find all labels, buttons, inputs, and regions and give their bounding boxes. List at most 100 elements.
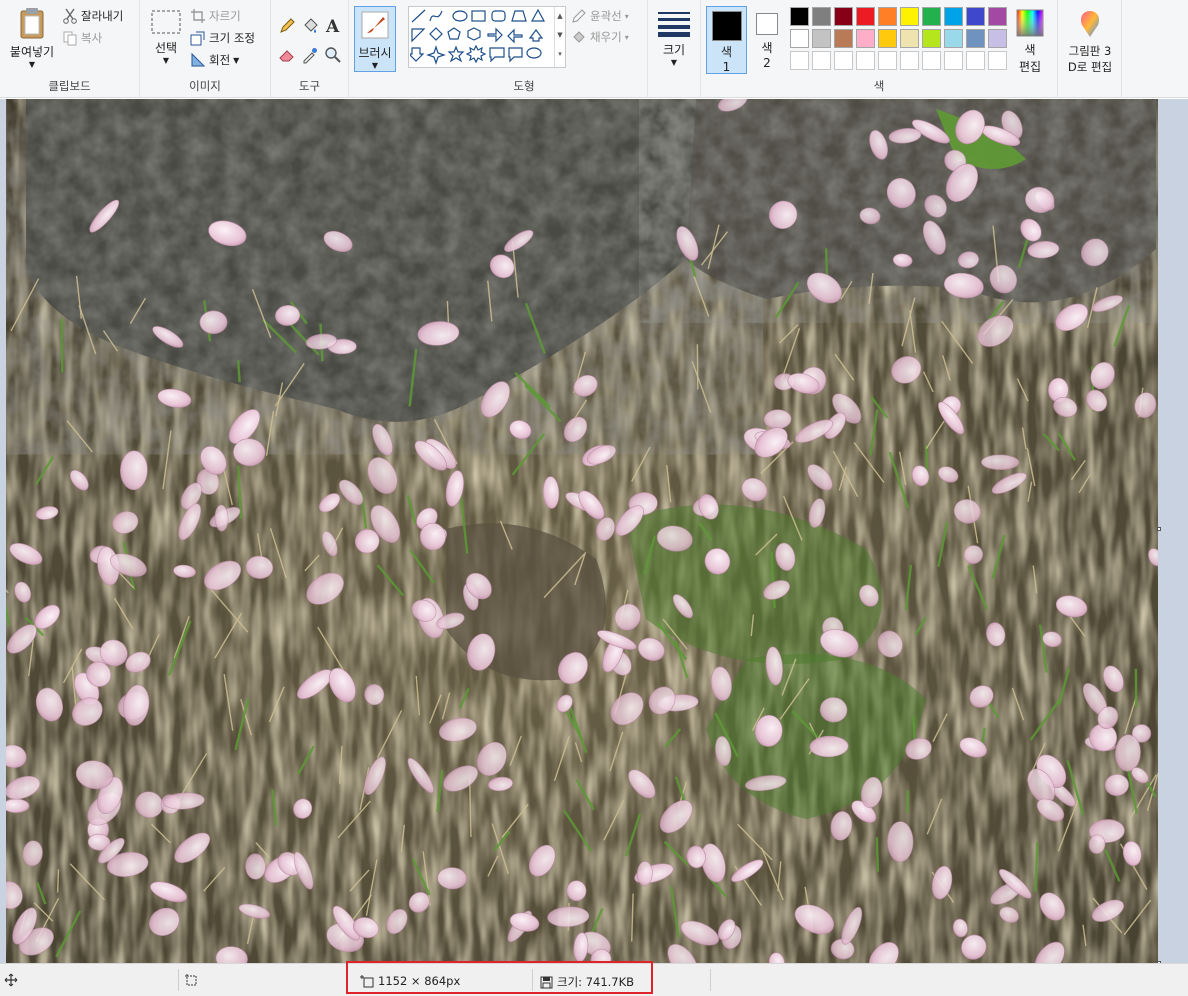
edit-colors-button[interactable]: 색 편집	[1009, 8, 1051, 75]
edit-colors-label-2: 편집	[1018, 60, 1042, 74]
custom-color-slot[interactable]	[878, 51, 897, 70]
color1-button[interactable]: 색 1	[706, 6, 747, 74]
custom-color-slot[interactable]	[966, 51, 985, 70]
palette-color-swatch[interactable]	[988, 29, 1007, 48]
shapes-scroll[interactable]: ▲ ▼ ▾	[554, 7, 565, 67]
cut-label: 잘라내기	[81, 9, 124, 23]
fill-icon	[573, 31, 585, 43]
select-dropdown-icon[interactable]: ▼	[146, 56, 186, 65]
fill-dropdown-icon[interactable]: ▾	[625, 33, 629, 42]
size-dropdown-icon[interactable]: ▼	[654, 58, 694, 67]
image-dimensions-text: 1152 × 864px	[378, 974, 461, 988]
outline-button[interactable]: 윤곽선 ▾	[571, 8, 629, 24]
image-canvas[interactable]	[6, 99, 1158, 963]
status-separator	[178, 969, 179, 991]
brush-dropdown-icon[interactable]: ▼	[355, 61, 395, 70]
palette-color-swatch[interactable]	[900, 7, 919, 26]
palette-color-swatch[interactable]	[834, 29, 853, 48]
fill-button[interactable]: 채우기 ▾	[571, 29, 629, 45]
paint3d-icon	[1080, 11, 1100, 37]
palette-color-swatch[interactable]	[878, 29, 897, 48]
palette-color-swatch[interactable]	[922, 29, 941, 48]
canvas-resize-handle-right[interactable]	[1157, 527, 1161, 531]
rotate-button[interactable]: 회전 ▼	[190, 52, 239, 68]
paste-button[interactable]: 붙여넣기 ▼	[6, 6, 58, 69]
size-button[interactable]: 크기 ▼	[654, 10, 694, 67]
copy-button[interactable]: 복사	[62, 30, 102, 46]
status-separator	[532, 969, 533, 991]
color1-number: 1	[722, 60, 731, 74]
palette-color-swatch[interactable]	[834, 7, 853, 26]
palette-color-swatch[interactable]	[790, 7, 809, 26]
text-icon[interactable]: A	[324, 16, 342, 36]
brush-label: 브러시	[358, 46, 392, 60]
brush-button[interactable]: 브러시 ▼	[354, 6, 396, 72]
palette-color-swatch[interactable]	[966, 7, 985, 26]
color2-number: 2	[763, 56, 771, 70]
edit-colors-label: 색	[1024, 43, 1036, 57]
select-button[interactable]: 선택 ▼	[146, 8, 186, 65]
tools-group: A 도구	[271, 0, 349, 98]
palette-color-swatch[interactable]	[922, 7, 941, 26]
edit-paint3d-button[interactable]: 그림판 3 D로 편집	[1062, 8, 1118, 75]
palette-color-swatch[interactable]	[988, 7, 1007, 26]
color2-label: 색	[761, 41, 773, 55]
outline-label: 윤곽선	[590, 9, 622, 23]
palette-color-swatch[interactable]	[900, 29, 919, 48]
canvas-area[interactable]	[0, 99, 1188, 965]
magnifier-icon[interactable]	[324, 46, 342, 64]
custom-color-slot[interactable]	[812, 51, 831, 70]
paint3d-label-2: D로 편집	[1067, 60, 1113, 74]
custom-color-slot[interactable]	[988, 51, 1007, 70]
brush-icon	[361, 11, 389, 39]
select-rect-icon	[151, 10, 181, 34]
crop-button[interactable]: 자르기	[190, 8, 241, 24]
paint3d-group: 그림판 3 D로 편집	[1058, 0, 1122, 98]
outline-dropdown-icon[interactable]: ▾	[625, 12, 629, 21]
color-picker-icon[interactable]	[301, 46, 319, 64]
cut-button[interactable]: 잘라내기	[62, 8, 123, 24]
custom-color-slot[interactable]	[790, 51, 809, 70]
palette-color-swatch[interactable]	[878, 7, 897, 26]
paste-dropdown-icon[interactable]: ▼	[6, 60, 58, 69]
custom-color-slot[interactable]	[944, 51, 963, 70]
palette-color-swatch[interactable]	[944, 29, 963, 48]
clipboard-group-label: 클립보드	[48, 79, 91, 93]
shapes-group: ▲ ▼ ▾ 윤곽선 ▾ 채우기 ▾ 도형	[401, 0, 648, 98]
palette-color-swatch[interactable]	[812, 7, 831, 26]
color2-button[interactable]: 색 2	[751, 6, 783, 74]
rotate-icon	[191, 52, 206, 67]
custom-color-slot[interactable]	[834, 51, 853, 70]
rotate-dropdown-icon[interactable]: ▼	[233, 56, 239, 65]
paste-label: 붙여넣기	[9, 45, 55, 59]
rotate-label: 회전	[209, 53, 231, 67]
color1-label: 색	[720, 45, 733, 59]
tools-group-label: 도구	[298, 79, 321, 93]
size-label: 크기	[662, 43, 686, 57]
colors-group: 색 1 색 2 색 편집 색	[701, 0, 1058, 98]
palette-color-swatch[interactable]	[856, 7, 875, 26]
resize-label: 크기 조정	[209, 31, 255, 45]
brush-group: 브러시 ▼	[349, 0, 401, 98]
image-dimensions: 1152 × 864px	[360, 974, 460, 988]
select-label: 선택	[154, 41, 178, 55]
fill-bucket-icon[interactable]	[301, 17, 319, 35]
custom-color-slot[interactable]	[900, 51, 919, 70]
custom-color-slot[interactable]	[856, 51, 875, 70]
resize-button[interactable]: 크기 조정	[190, 30, 255, 46]
save-disk-icon	[540, 976, 553, 988]
palette-color-swatch[interactable]	[812, 29, 831, 48]
image-group-label: 이미지	[189, 79, 221, 93]
crop-icon	[191, 9, 205, 23]
eraser-icon[interactable]	[278, 46, 296, 64]
file-size-text: 크기: 741.7KB	[557, 975, 635, 989]
palette-color-swatch[interactable]	[856, 29, 875, 48]
palette-color-swatch[interactable]	[944, 7, 963, 26]
petals-photo	[6, 99, 1158, 963]
custom-color-slot[interactable]	[922, 51, 941, 70]
copy-icon	[63, 31, 77, 46]
file-size: 크기: 741.7KB	[540, 974, 634, 990]
pencil-icon[interactable]	[278, 17, 296, 35]
palette-color-swatch[interactable]	[966, 29, 985, 48]
palette-color-swatch[interactable]	[790, 29, 809, 48]
